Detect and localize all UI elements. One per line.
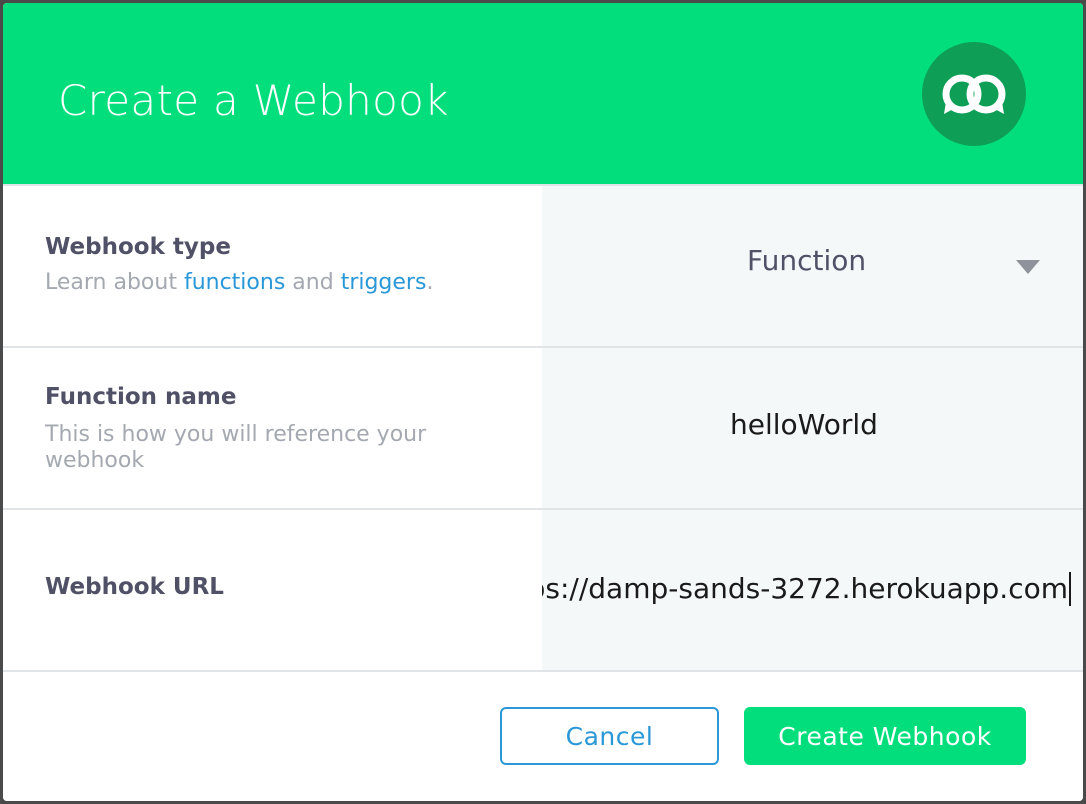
cancel-button[interactable]: Cancel — [500, 707, 719, 765]
function-name-label: Function name — [45, 384, 237, 410]
webhook-type-help-prefix: Learn about — [45, 270, 184, 295]
webhook-type-help-middle: and — [285, 270, 341, 295]
webhook-type-row: Webhook type Learn about functions and t… — [3, 184, 1083, 347]
webhook-url-label-cell: Webhook URL — [3, 510, 542, 670]
create-webhook-dialog: Create a Webhook Webhook type Learn abou… — [3, 3, 1083, 801]
webhook-type-help: Learn about functions and triggers. — [45, 270, 505, 296]
function-name-help: This is how you will reference your webh… — [45, 422, 427, 473]
webhook-url-value: https://damp-sands-3272.herokuapp.com — [542, 572, 1071, 606]
function-name-input[interactable]: helloWorld — [542, 348, 1083, 508]
function-name-row: Function name This is how you will refer… — [3, 346, 1083, 508]
chevron-down-icon[interactable] — [1016, 260, 1040, 274]
webhook-type-select[interactable]: Function — [542, 186, 1083, 347]
webhook-url-input[interactable]: https://damp-sands-3272.herokuapp.com — [542, 510, 1083, 670]
dialog-header: Create a Webhook — [3, 3, 1083, 184]
function-name-value: helloWorld — [730, 408, 878, 441]
webhook-logo-glyph — [942, 74, 1006, 114]
triggers-link[interactable]: triggers — [341, 270, 427, 295]
dialog-footer: Cancel Create Webhook — [3, 670, 1083, 801]
webhook-url-scroll: https://damp-sands-3272.herokuapp.com — [542, 510, 1083, 670]
webhook-type-label-cell: Webhook type Learn about functions and t… — [3, 186, 542, 347]
webhook-type-selected-value: Function — [747, 244, 867, 277]
create-webhook-button[interactable]: Create Webhook — [744, 707, 1026, 765]
webhook-url-label: Webhook URL — [45, 574, 224, 600]
dialog-title: Create a Webhook — [58, 76, 449, 125]
function-name-label-cell: Function name This is how you will refer… — [3, 348, 542, 508]
webhook-url-row: Webhook URL https://damp-sands-3272.hero… — [3, 508, 1083, 670]
webhook-logo-icon — [922, 42, 1026, 146]
webhook-type-label: Webhook type — [45, 234, 231, 260]
webhook-type-help-suffix: . — [426, 270, 434, 295]
functions-link[interactable]: functions — [184, 270, 285, 295]
